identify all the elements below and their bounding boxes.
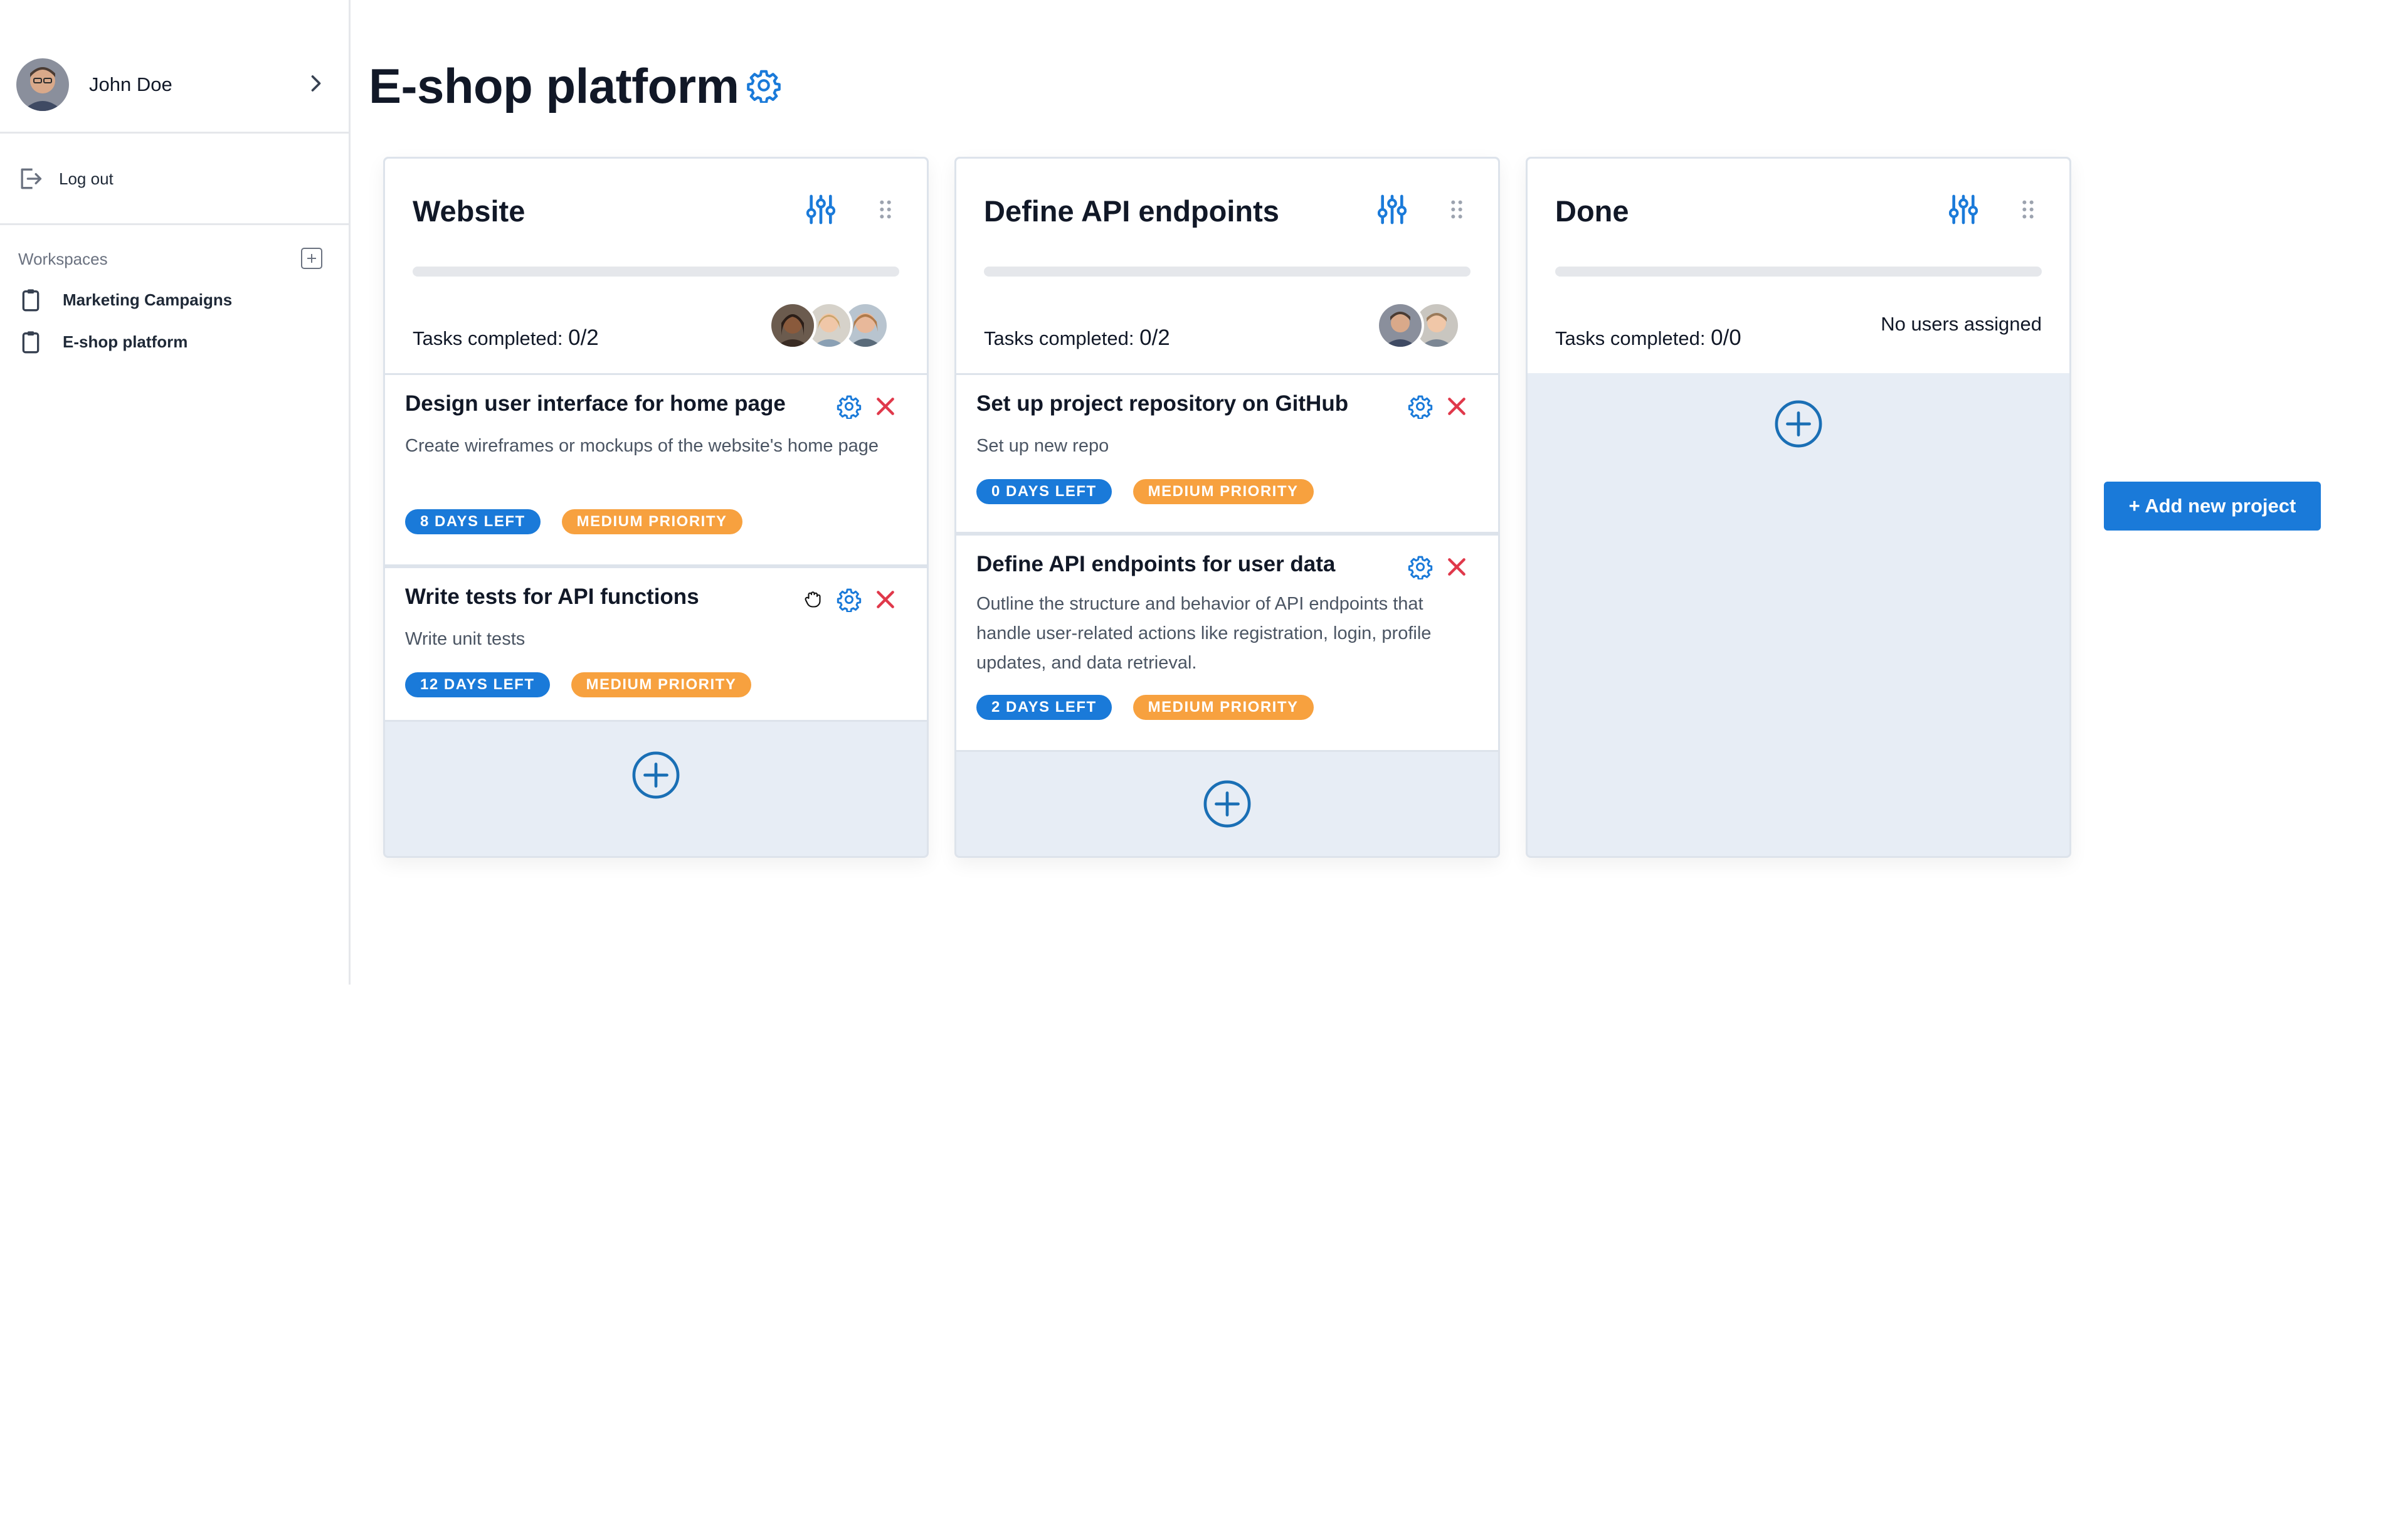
grab-cursor-icon <box>805 591 821 608</box>
assignee-avatars[interactable] <box>769 302 889 349</box>
assignee-avatars[interactable] <box>1376 302 1460 349</box>
tasks-completed-label: Tasks completed: <box>984 327 1140 349</box>
page-title: E-shop platform <box>369 58 739 114</box>
close-icon[interactable] <box>873 394 898 419</box>
drag-handle-icon[interactable] <box>2020 199 2036 220</box>
progress-bar <box>413 267 899 277</box>
sidebar-divider <box>0 223 349 225</box>
tasks-completed-count: 0/2 <box>1139 325 1170 350</box>
task-title: Set up project repository on GitHub <box>976 391 1349 416</box>
task-badges: 0 DAYS LEFT MEDIUM PRIORITY <box>976 479 1314 504</box>
workspace-label: E-shop platform <box>63 332 188 351</box>
days-left-badge: 0 DAYS LEFT <box>976 479 1112 504</box>
clipboard-icon <box>20 287 41 312</box>
clipboard-icon <box>20 329 41 354</box>
column-title: Website <box>413 194 525 228</box>
progress-bar <box>1555 267 2042 277</box>
workspace-item-e-shop-platform[interactable]: E-shop platform <box>20 329 187 354</box>
days-left-badge: 8 DAYS LEFT <box>405 509 541 534</box>
add-project-button[interactable]: + Add new project <box>2104 482 2321 531</box>
user-menu[interactable]: John Doe <box>16 58 330 111</box>
task-description: Write unit tests <box>405 629 525 649</box>
add-task-button[interactable] <box>631 751 680 800</box>
tasks-completed: Tasks completed: 0/2 <box>413 325 599 351</box>
project-column: Define API endpoints Tasks completed: 0/… <box>954 157 1500 858</box>
task-title: Write tests for API functions <box>405 584 699 609</box>
task-badges: 2 DAYS LEFT MEDIUM PRIORITY <box>976 695 1314 720</box>
chevron-right-icon[interactable] <box>302 70 330 97</box>
days-left-badge: 12 DAYS LEFT <box>405 672 550 697</box>
gear-icon[interactable] <box>837 587 862 612</box>
priority-badge: MEDIUM PRIORITY <box>1133 479 1314 504</box>
workspace-item-marketing-campaigns[interactable]: Marketing Campaigns <box>20 287 232 312</box>
sliders-icon[interactable] <box>1949 194 1978 225</box>
gear-icon[interactable] <box>746 68 781 103</box>
task-card[interactable]: Design user interface for home page Crea… <box>385 373 927 566</box>
progress-bar <box>984 267 1471 277</box>
gear-icon[interactable] <box>1408 394 1433 419</box>
task-description: Create wireframes or mockups of the webs… <box>405 436 879 456</box>
avatar <box>769 302 816 349</box>
column-title: Define API endpoints <box>984 194 1279 228</box>
add-task-button[interactable] <box>1203 779 1252 828</box>
plus-icon <box>307 254 316 263</box>
project-column: Website Tasks completed: 0/2 Design user… <box>383 157 929 858</box>
drag-handle-icon[interactable] <box>878 199 893 220</box>
close-icon[interactable] <box>1444 554 1469 579</box>
task-card[interactable]: Set up project repository on GitHub Set … <box>956 373 1498 534</box>
tasks-completed: Tasks completed: 0/2 <box>984 325 1170 351</box>
logout-label: Log out <box>59 169 114 188</box>
task-card[interactable]: Define API endpoints for user data Outli… <box>956 534 1498 752</box>
close-icon[interactable] <box>873 587 898 612</box>
task-badges: 8 DAYS LEFT MEDIUM PRIORITY <box>405 509 742 534</box>
column-title: Done <box>1555 194 1629 228</box>
sliders-icon[interactable] <box>806 194 835 225</box>
close-icon[interactable] <box>1444 394 1469 419</box>
add-workspace-button[interactable] <box>301 248 322 269</box>
column-header: Define API endpoints Tasks completed: 0/… <box>956 159 1498 373</box>
tasks-completed-label: Tasks completed: <box>413 327 569 349</box>
task-title: Define API endpoints for user data <box>976 552 1336 576</box>
workspaces-heading: Workspaces <box>18 250 108 268</box>
tasks-completed: Tasks completed: 0/0 <box>1555 325 1741 351</box>
sliders-icon[interactable] <box>1378 194 1407 225</box>
avatar <box>1376 302 1424 349</box>
column-header: Website Tasks completed: 0/2 <box>385 159 927 373</box>
column-header: Done Tasks completed: 0/0 No users assig… <box>1528 159 2069 373</box>
project-column: Done Tasks completed: 0/0 No users assig… <box>1526 157 2071 858</box>
task-card[interactable]: Write tests for API functions Write unit… <box>385 566 927 722</box>
task-description: Outline the structure and behavior of AP… <box>976 594 1432 673</box>
tasks-completed-count: 0/2 <box>568 325 599 350</box>
days-left-badge: 2 DAYS LEFT <box>976 695 1112 720</box>
add-task-button[interactable] <box>1774 399 1823 448</box>
task-title: Design user interface for home page <box>405 391 786 416</box>
workspace-label: Marketing Campaigns <box>63 290 233 309</box>
logout-icon <box>16 165 44 193</box>
tasks-completed-label: Tasks completed: <box>1555 327 1711 349</box>
priority-badge: MEDIUM PRIORITY <box>561 509 742 534</box>
gear-icon[interactable] <box>837 394 862 419</box>
task-description: Set up new repo <box>976 436 1109 456</box>
user-avatar <box>16 58 69 111</box>
priority-badge: MEDIUM PRIORITY <box>1133 695 1314 720</box>
priority-badge: MEDIUM PRIORITY <box>571 672 752 697</box>
logout-button[interactable]: Log out <box>16 164 114 193</box>
sidebar: John Doe Log out Workspaces Marketing Ca… <box>0 0 351 985</box>
no-users-label: No users assigned <box>1881 313 2042 335</box>
gear-icon[interactable] <box>1408 554 1433 579</box>
sidebar-divider <box>0 132 349 134</box>
drag-handle-icon[interactable] <box>1449 199 1464 220</box>
task-badges: 12 DAYS LEFT MEDIUM PRIORITY <box>405 672 752 697</box>
tasks-completed-count: 0/0 <box>1711 325 1741 350</box>
user-name: John Doe <box>89 73 172 95</box>
